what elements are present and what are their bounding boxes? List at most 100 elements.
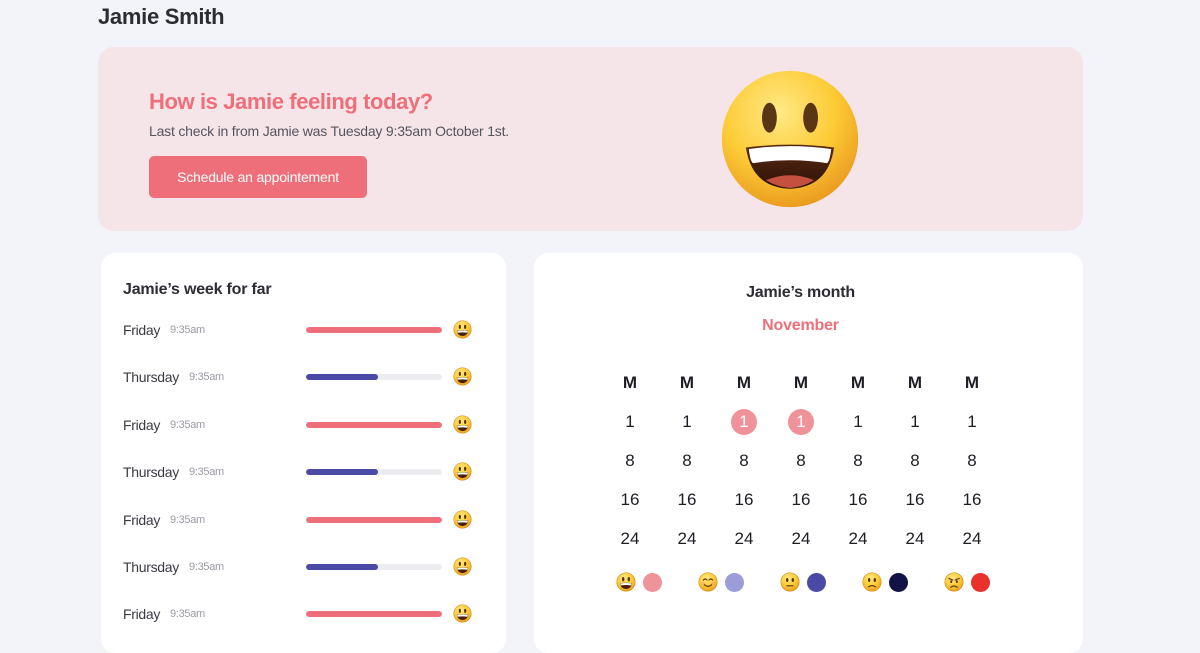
calendar-day[interactable]: 16 (727, 486, 761, 514)
weekday-label: M (736, 373, 752, 392)
weekday-label: M (622, 373, 638, 392)
calendar-day[interactable]: 24 (955, 525, 989, 553)
hero-question: How is Jamie feeling today? (149, 89, 433, 114)
calendar-day-number: 8 (739, 451, 749, 470)
calendar-day-number: 1 (853, 412, 863, 431)
weekday-label: M (964, 373, 980, 392)
calendar-day-number: 16 (962, 490, 982, 509)
mood-legend-item (862, 572, 922, 594)
calendar-day[interactable]: 8 (670, 447, 704, 475)
mood-level-bar (306, 421, 442, 428)
calendar-day-number: 8 (910, 451, 920, 470)
mood-legend-item (780, 572, 840, 594)
last-checkin-text: Last check in from Jamie was Tuesday 9:3… (149, 123, 509, 139)
week-time-label: 9:35am (189, 466, 224, 479)
calendar-day-checked-in[interactable]: 1 (784, 408, 818, 436)
grinning-face-icon (453, 367, 472, 386)
schedule-appointment-button[interactable]: Schedule an appointement (149, 156, 367, 198)
calendar-day-number: 1 (682, 412, 692, 431)
grinning-face-icon (453, 415, 472, 434)
calendar-day-number: 8 (796, 451, 806, 470)
mood-legend-item (616, 572, 676, 594)
mood-legend-item (944, 572, 1004, 594)
calendar-day[interactable]: 8 (784, 447, 818, 475)
mood-level-bar (306, 327, 442, 333)
weekday-header: M (955, 369, 989, 397)
calendar-day[interactable]: 16 (898, 486, 932, 514)
calendar-day-number: 1 (910, 412, 920, 431)
week-row: Thursday 9:35am (101, 362, 506, 392)
calendar-day-number: 8 (853, 451, 863, 470)
mood-level-fill (306, 374, 379, 381)
calendar-day-number: 8 (625, 451, 635, 470)
month-card: Jamie’s month November M M M M M M M 1 1 1 1 1 1 1 8 8 8… (534, 253, 1083, 653)
calendar-day[interactable]: 1 (955, 408, 989, 436)
week-day-label: Friday (123, 606, 161, 623)
calendar-day[interactable]: 1 (670, 408, 704, 436)
mood-level-bar (306, 469, 442, 476)
calendar-day-checked-in[interactable]: 1 (727, 408, 761, 436)
mood-color-swatch (725, 573, 744, 592)
calendar-day[interactable]: 16 (955, 486, 989, 514)
calendar-day-number: 16 (734, 490, 754, 509)
weekday-label: M (907, 373, 923, 392)
week-time-label: 9:35am (170, 513, 205, 526)
calendar-day[interactable]: 8 (841, 447, 875, 475)
week-row: Friday 9:35am (101, 599, 506, 629)
calendar-day[interactable]: 24 (784, 525, 818, 553)
calendar-day-number: 16 (677, 490, 697, 509)
month-title: Jamie’s month (746, 284, 855, 301)
week-time-label: 9:35am (189, 561, 224, 573)
week-row: Friday 9:35am (101, 315, 506, 345)
week-day-label: Friday (123, 511, 161, 528)
calendar-day[interactable]: 8 (613, 447, 647, 475)
calendar-day[interactable]: 24 (670, 525, 704, 553)
week-row: Friday 9:35am (101, 410, 506, 440)
calendar-day[interactable]: 1 (898, 408, 932, 436)
calendar-day-number: 24 (791, 529, 811, 548)
mood-color-swatch (643, 573, 662, 592)
week-row: Friday 9:35am (101, 505, 506, 535)
week-time-label: 9:35am (189, 371, 224, 384)
calendar-day-number: 1 (625, 412, 635, 431)
week-time-label: 9:35am (170, 608, 205, 621)
calendar-day-number: 8 (967, 451, 977, 470)
mood-color-swatch (807, 573, 826, 592)
smiling-face-icon (698, 572, 718, 592)
week-day-label: Thursday (123, 559, 179, 575)
calendar-day-number: 1 (967, 412, 977, 431)
mood-level-bar (306, 516, 442, 523)
week-day-label: Friday (123, 322, 161, 338)
weekday-header: M (727, 369, 761, 397)
calendar-day[interactable]: 8 (955, 447, 989, 475)
calendar-day[interactable]: 1 (613, 408, 647, 436)
calendar-day[interactable]: 24 (613, 525, 647, 553)
mood-level-bar (306, 611, 442, 618)
weekday-header: M (784, 369, 818, 397)
calendar-day[interactable]: 16 (841, 486, 875, 514)
neutral-face-icon (780, 572, 800, 592)
mood-level-bar (306, 564, 442, 570)
mood-level-fill (306, 327, 442, 333)
weekday-label: M (679, 373, 695, 392)
week-day-label: Thursday (123, 369, 179, 386)
calendar-day[interactable]: 24 (898, 525, 932, 553)
calendar-day-number: 1 (739, 412, 749, 431)
calendar-day-number: 24 (905, 529, 925, 548)
mood-level-fill (306, 611, 442, 618)
calendar-day[interactable]: 1 (841, 408, 875, 436)
calendar-day[interactable]: 8 (727, 447, 761, 475)
calendar-day[interactable]: 8 (898, 447, 932, 475)
calendar-day[interactable]: 16 (784, 486, 818, 514)
calendar-day[interactable]: 24 (841, 525, 875, 553)
calendar-day-number: 24 (962, 529, 982, 548)
calendar-day[interactable]: 16 (613, 486, 647, 514)
calendar-day[interactable]: 24 (727, 525, 761, 553)
mood-level-fill (306, 564, 379, 570)
calendar-day-number: 16 (905, 490, 925, 509)
mood-level-fill (306, 421, 442, 428)
grinning-face-icon (453, 604, 472, 623)
calendar-day[interactable]: 16 (670, 486, 704, 514)
calendar-day-number: 24 (734, 529, 754, 548)
grinning-face-icon (453, 320, 472, 339)
